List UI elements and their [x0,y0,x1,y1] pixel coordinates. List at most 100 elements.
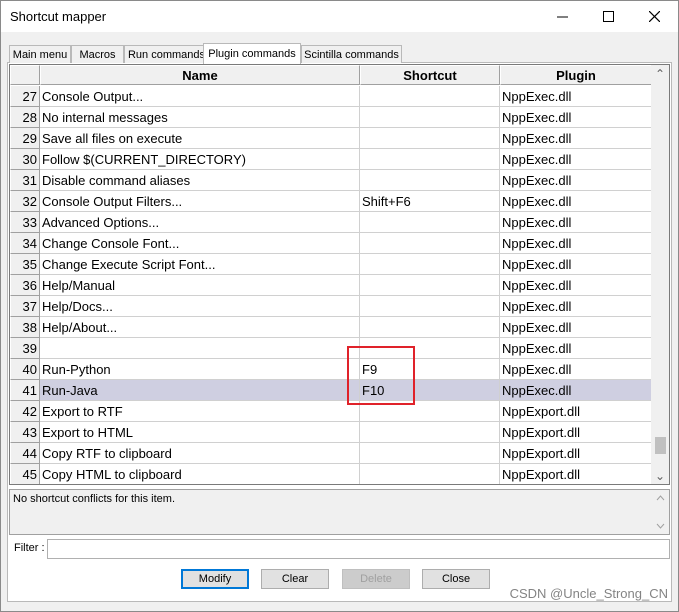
row-number: 33 [10,212,40,233]
table-row[interactable]: 40 Run-Python F9 NppExec.dll [10,359,652,380]
command-name: Help/Manual [40,275,360,296]
command-name: Copy HTML to clipboard [40,464,360,484]
shortcut-value [360,296,500,317]
modify-button[interactable]: Modify [181,569,249,589]
table-row[interactable]: 41 Run-Java F10 NppExec.dll [10,380,652,401]
row-number: 43 [10,422,40,443]
command-name: Export to HTML [40,422,360,443]
watermark: CSDN @Uncle_Strong_CN [509,586,668,601]
filter-label: Filter : [14,542,45,554]
table-row[interactable]: 45 Copy HTML to clipboard NppExport.dll [10,464,652,484]
conflict-info-box: No shortcut conflicts for this item. [9,489,670,535]
plugin-name: NppExec.dll [500,317,652,338]
command-name: Run-Java [40,380,360,401]
table-row[interactable]: 31 Disable command aliases NppExec.dll [10,170,652,191]
shortcut-value: F10 [360,380,500,401]
row-number: 29 [10,128,40,149]
tab-plugin-commands[interactable]: Plugin commands [203,43,301,64]
column-header-number[interactable] [10,65,40,85]
table-row[interactable]: 43 Export to HTML NppExport.dll [10,422,652,443]
row-number: 27 [10,86,40,107]
table-vertical-scrollbar[interactable]: ⌃ ⌄ [651,65,669,484]
tab-macros[interactable]: Macros [71,45,124,63]
conflict-message: No shortcut conflicts for this item. [13,493,175,505]
row-number: 32 [10,191,40,212]
column-header-name[interactable]: Name [40,65,360,85]
table-row[interactable]: 34 Change Console Font... NppExec.dll [10,233,652,254]
plugin-name: NppExec.dll [500,359,652,380]
shortcut-value [360,422,500,443]
row-number: 30 [10,149,40,170]
tab-label: Macros [79,48,116,61]
maximize-button[interactable] [586,1,630,32]
command-name [40,338,360,359]
table-row[interactable]: 36 Help/Manual NppExec.dll [10,275,652,296]
table-row[interactable]: 37 Help/Docs... NppExec.dll [10,296,652,317]
plugin-name: NppExec.dll [500,107,652,128]
title-bar: Shortcut mapper [1,1,678,32]
tab-main-menu[interactable]: Main menu [9,45,71,63]
table-row[interactable]: 28 No internal messages NppExec.dll [10,107,652,128]
tab-scintilla-commands[interactable]: Scintilla commands [301,45,402,63]
command-name: Disable command aliases [40,170,360,191]
row-number: 28 [10,107,40,128]
table-row[interactable]: 35 Change Execute Script Font... NppExec.d… [10,254,652,275]
shortcut-mapper-window: Shortcut mapper Main menu Macros Run com… [0,0,679,612]
close-icon [648,11,660,22]
plugin-name: NppExec.dll [500,149,652,170]
plugin-name: NppExec.dll [500,338,652,359]
command-name: Help/Docs... [40,296,360,317]
close-window-button[interactable] [632,1,676,32]
scroll-down-button[interactable]: ⌄ [651,467,669,484]
plugin-name: NppExec.dll [500,380,652,401]
filter-input[interactable] [47,539,670,559]
conflict-scrollbar [652,490,669,534]
shortcut-value [360,149,500,170]
close-button[interactable]: Close [422,569,490,589]
table-row[interactable]: 39 NppExec.dll [10,338,652,359]
column-header-shortcut[interactable]: Shortcut [360,65,500,85]
plugin-name: NppExport.dll [500,422,652,443]
chevron-up-icon: ⌃ [654,66,666,81]
plugin-name: NppExec.dll [500,233,652,254]
scrollbar-thumb[interactable] [655,437,666,454]
tab-run-commands[interactable]: Run commands [124,45,209,63]
command-name: Follow $(CURRENT_DIRECTORY) [40,149,360,170]
plugin-name: NppExec.dll [500,128,652,149]
plugin-name: NppExec.dll [500,170,652,191]
shortcut-value: Shift+F6 [360,191,500,212]
table-row[interactable]: 33 Advanced Options... NppExec.dll [10,212,652,233]
command-name: Change Execute Script Font... [40,254,360,275]
plugin-name: NppExec.dll [500,191,652,212]
command-name: Advanced Options... [40,212,360,233]
shortcut-value [360,107,500,128]
row-number: 38 [10,317,40,338]
scroll-up-button[interactable]: ⌃ [651,65,669,82]
command-name: Help/About... [40,317,360,338]
table-row[interactable]: 38 Help/About... NppExec.dll [10,317,652,338]
command-name: Copy RTF to clipboard [40,443,360,464]
delete-button: Delete [342,569,410,589]
shortcut-value [360,128,500,149]
table-row[interactable]: 44 Copy RTF to clipboard NppExport.dll [10,443,652,464]
table-row[interactable]: 27 Console Output... NppExec.dll [10,86,652,107]
command-name: Console Output Filters... [40,191,360,212]
shortcut-value [360,401,500,422]
clear-button[interactable]: Clear [261,569,329,589]
minimize-icon [556,16,568,18]
shortcut-table[interactable]: Name Shortcut Plugin 27 Console Output...… [9,64,670,485]
plugin-name: NppExport.dll [500,401,652,422]
table-row[interactable]: 29 Save all files on execute NppExec.dll [10,128,652,149]
tab-label: Run commands [127,48,206,61]
minimize-button[interactable] [540,1,584,32]
row-number: 31 [10,170,40,191]
shortcut-value [360,233,500,254]
row-number: 42 [10,401,40,422]
column-header-plugin[interactable]: Plugin [500,65,652,85]
command-name: No internal messages [40,107,360,128]
table-row[interactable]: 42 Export to RTF NppExport.dll [10,401,652,422]
table-row[interactable]: 30 Follow $(CURRENT_DIRECTORY) NppExec.dll [10,149,652,170]
table-row[interactable]: 32 Console Output Filters... Shift+F6 NppEx… [10,191,652,212]
shortcut-value [360,464,500,484]
shortcut-value [360,254,500,275]
